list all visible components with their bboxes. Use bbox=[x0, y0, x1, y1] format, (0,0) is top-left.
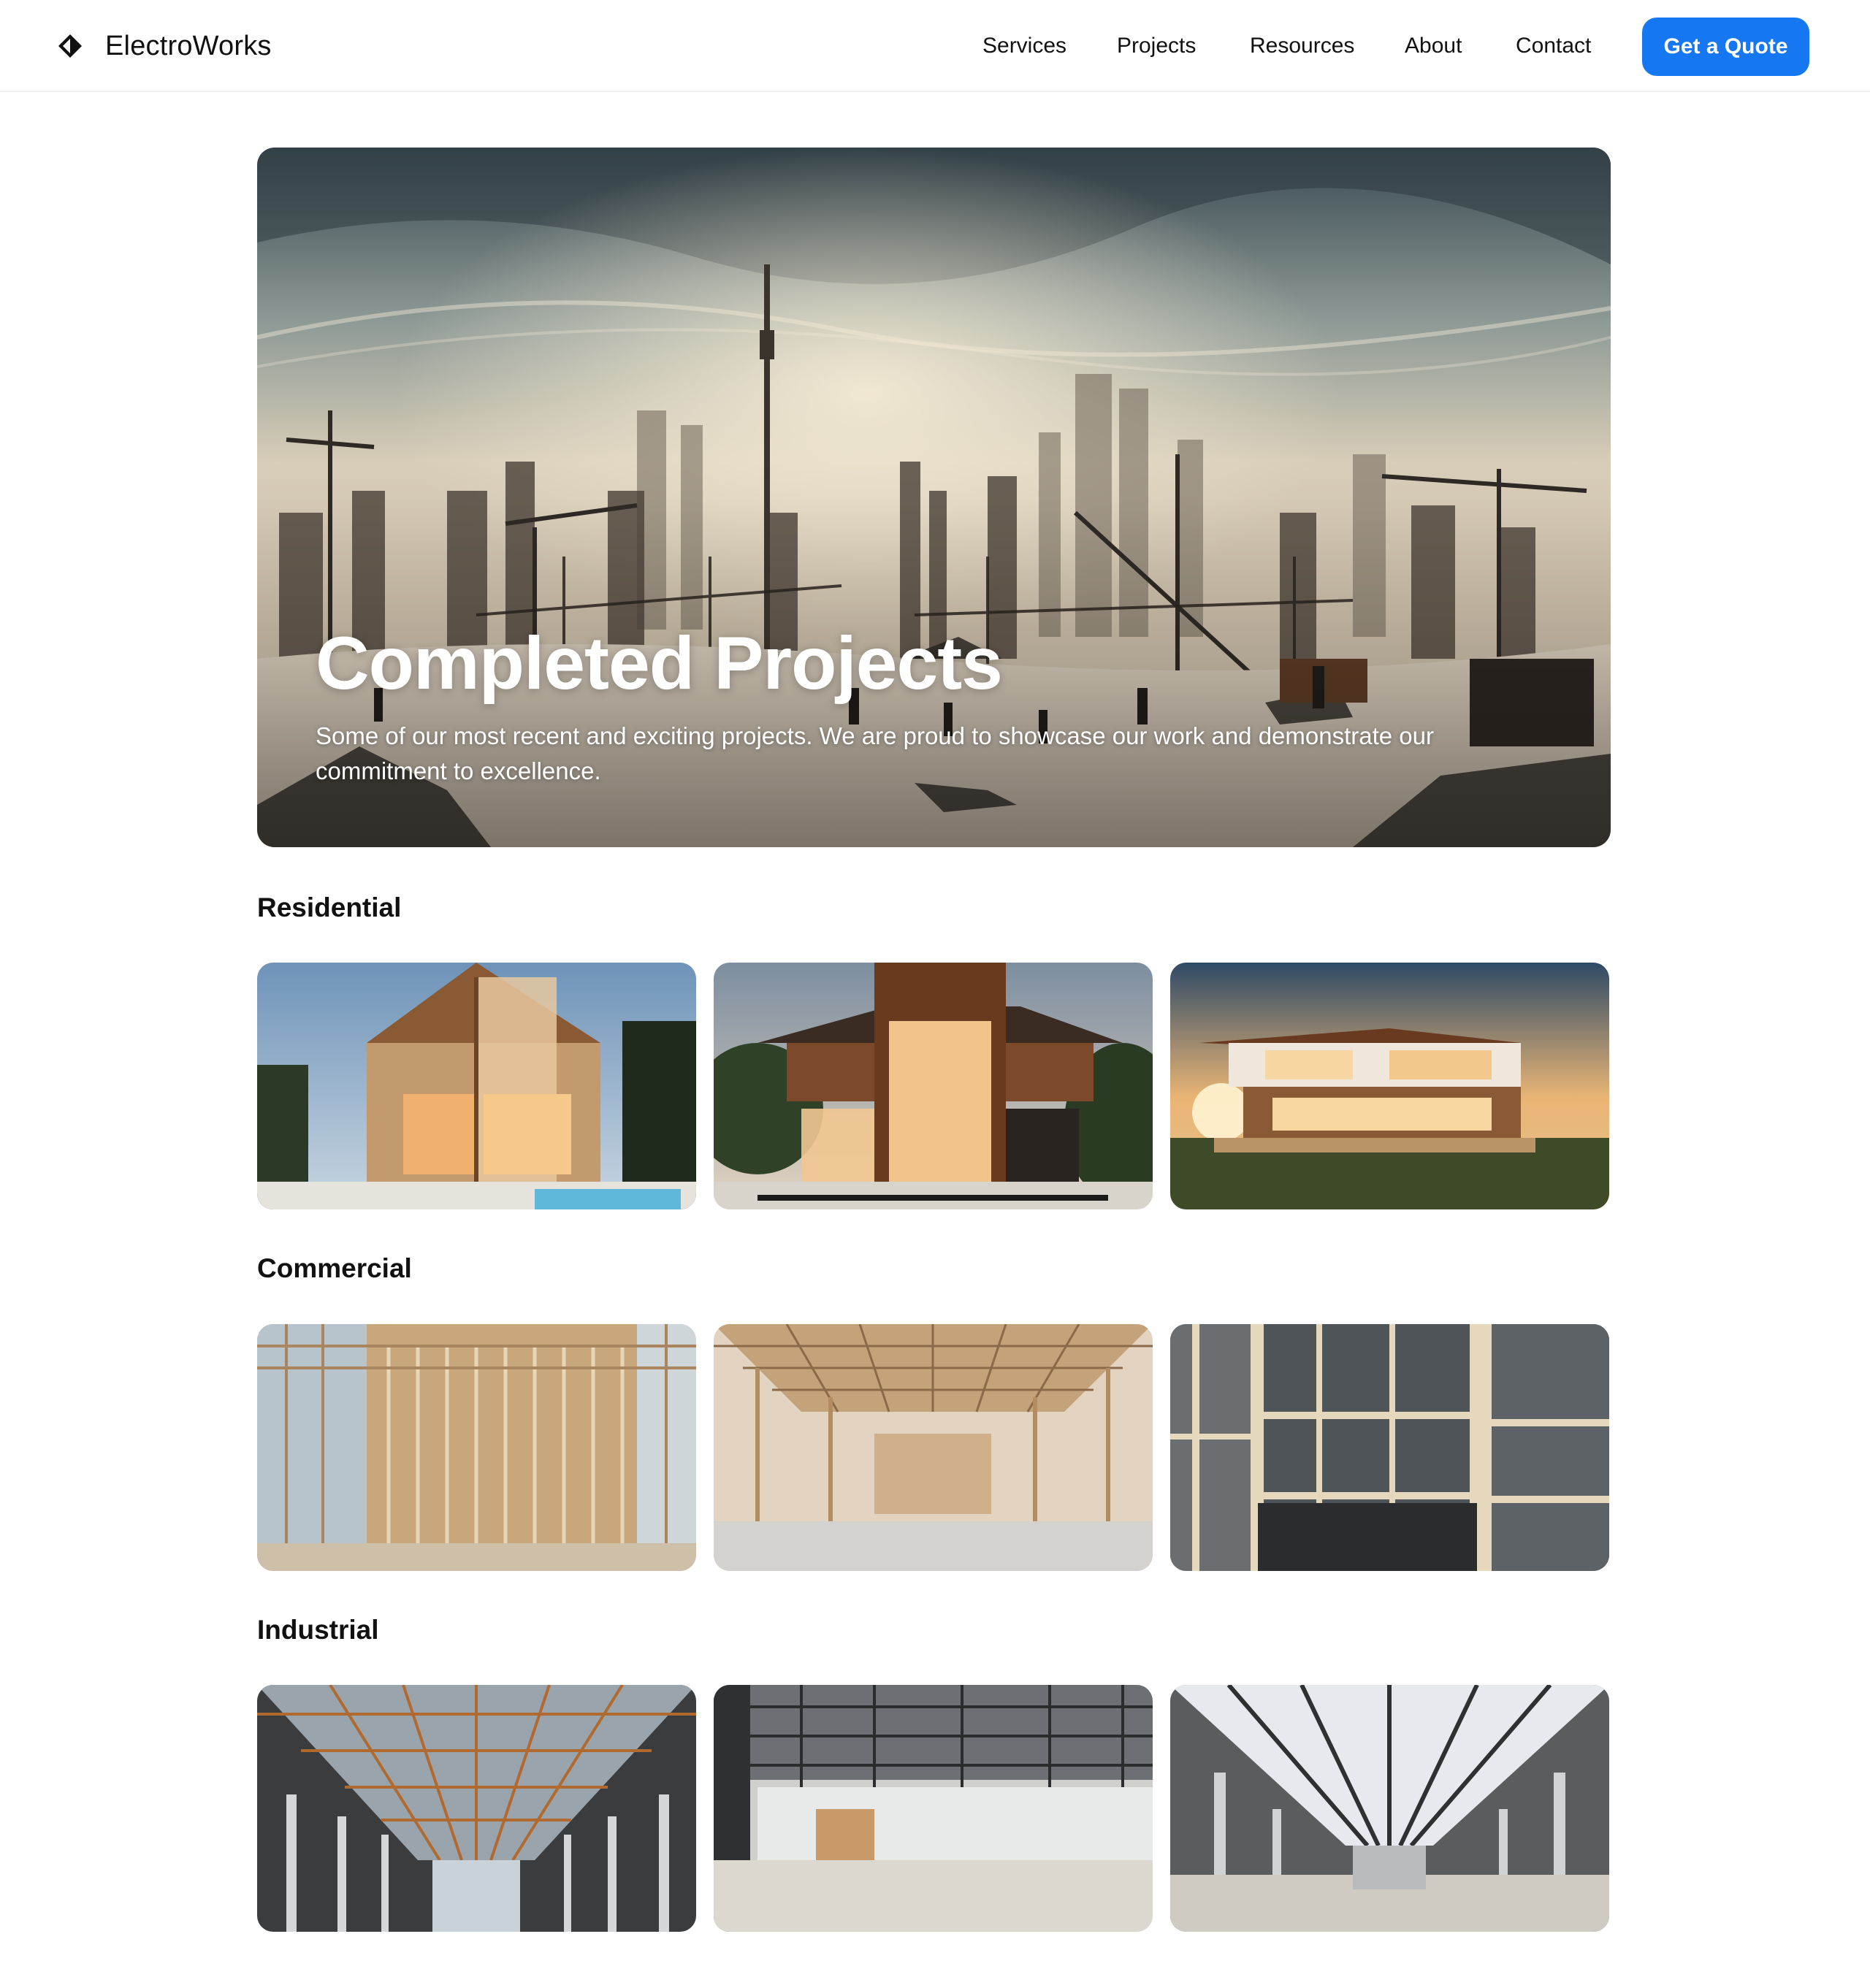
nav-link-services[interactable]: Services bbox=[982, 28, 1066, 64]
nav-link-about[interactable]: About bbox=[1405, 28, 1462, 64]
residential-project-2-image[interactable] bbox=[714, 963, 1153, 1209]
nav-link-contact[interactable]: Contact bbox=[1516, 28, 1591, 64]
industrial-project-1-image[interactable] bbox=[257, 1685, 696, 1932]
diamond-logo-icon bbox=[57, 33, 83, 59]
brand-logo[interactable]: ElectroWorks bbox=[57, 28, 272, 64]
commercial-project-2-image[interactable] bbox=[714, 1324, 1153, 1571]
commercial-project-1-image[interactable] bbox=[257, 1324, 696, 1571]
nav-link-projects[interactable]: Projects bbox=[1117, 28, 1196, 64]
nav-link-resources[interactable]: Resources bbox=[1250, 28, 1354, 64]
hero-title: Completed Projects bbox=[316, 622, 1003, 705]
site-header: ElectroWorks Services Projects Resources… bbox=[0, 0, 1870, 92]
hero-subtitle: Some of our most recent and exciting pro… bbox=[316, 722, 1435, 784]
hero-banner: Completed Projects Some of our most rece… bbox=[257, 148, 1611, 847]
residential-project-3-image[interactable] bbox=[1170, 963, 1609, 1209]
get-quote-button[interactable]: Get a Quote bbox=[1642, 18, 1809, 76]
section-title-commercial: Commercial bbox=[257, 1253, 412, 1283]
industrial-project-3-image[interactable] bbox=[1170, 1685, 1609, 1932]
commercial-project-3-image[interactable] bbox=[1170, 1324, 1609, 1571]
residential-project-1-image[interactable] bbox=[257, 963, 696, 1209]
section-title-residential: Residential bbox=[257, 892, 402, 922]
industrial-project-2-image[interactable] bbox=[714, 1685, 1153, 1932]
brand-name: ElectroWorks bbox=[105, 30, 272, 61]
section-title-industrial: Industrial bbox=[257, 1615, 379, 1645]
